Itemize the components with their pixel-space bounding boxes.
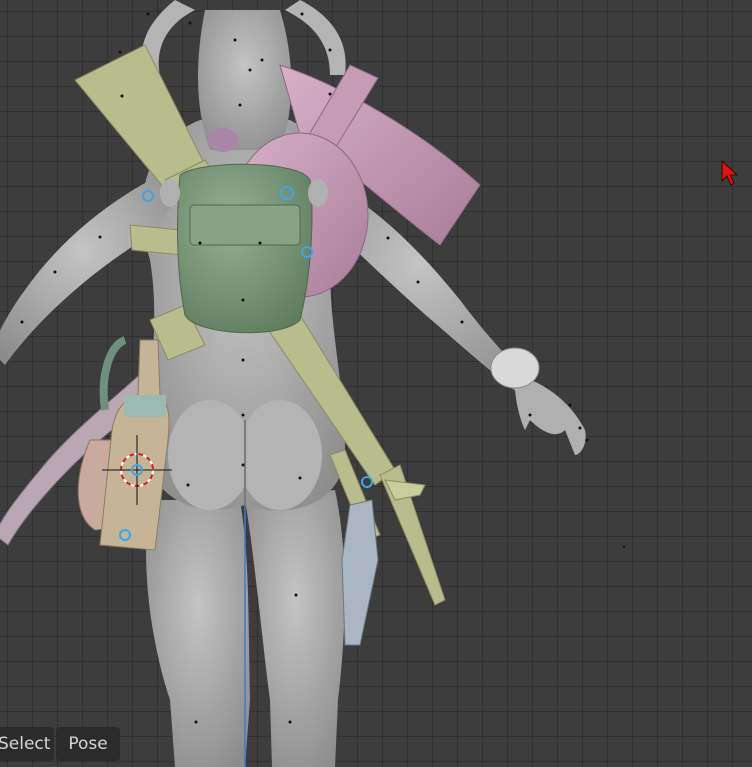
left-arm (0, 175, 175, 365)
pistol (341, 499, 379, 646)
right-leg (245, 490, 345, 767)
right-horn (285, 0, 346, 75)
rifle-handle (129, 224, 183, 256)
red-arrow-cursor-icon (721, 159, 739, 186)
character-model-scene[interactable] (0, 0, 752, 767)
3d-viewport[interactable]: Select Pose (0, 0, 752, 767)
right-buttock (238, 400, 322, 510)
neck (198, 10, 292, 150)
right-hand (515, 375, 586, 455)
backpack-pocket (189, 204, 301, 246)
wrist-scrunchie (490, 347, 540, 389)
select-mode-button[interactable]: Select (0, 727, 54, 761)
pose-mode-button[interactable]: Pose (56, 727, 120, 761)
left-leg (146, 500, 250, 767)
bottle-label (124, 395, 166, 417)
bottle (99, 339, 170, 551)
